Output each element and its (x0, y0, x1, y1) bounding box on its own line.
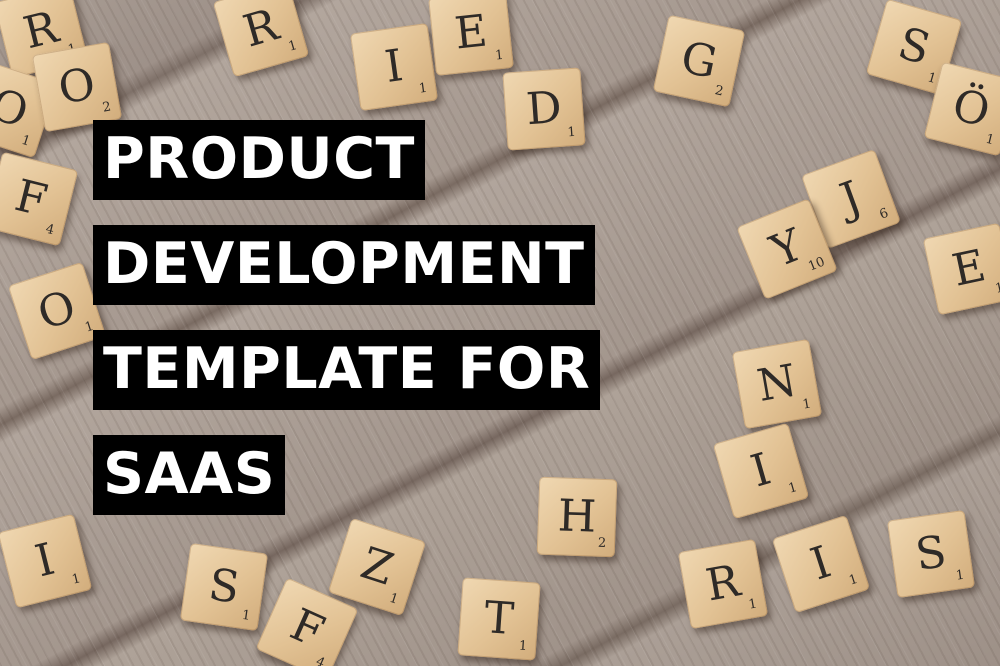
tile-points: 1 (847, 571, 860, 589)
tile-letter: S (205, 559, 243, 614)
tile-letter: E (452, 5, 490, 60)
tile-points: 1 (19, 132, 32, 150)
letter-tile: I 1 (771, 514, 871, 614)
letter-tile: I 1 (0, 513, 93, 609)
tile-letter: F (10, 170, 53, 227)
tile-points: 1 (984, 131, 996, 149)
tile-letter: G (676, 31, 722, 90)
letter-tile: R 1 (677, 538, 769, 630)
tile-letter: N (753, 355, 801, 412)
tile-letter: T (482, 592, 516, 645)
tile-letter: R (237, 0, 284, 58)
tile-points: 2 (101, 99, 113, 116)
tile-points: 1 (494, 47, 505, 64)
title-line-3: TEMPLATE FOR (93, 330, 601, 410)
tile-letter: J (833, 171, 868, 226)
tile-letter: O (31, 280, 82, 341)
tile-letter: I (381, 40, 407, 93)
tile-letter: I (30, 533, 60, 588)
tile-points: 6 (877, 205, 891, 223)
tile-letter: I (804, 536, 837, 591)
letter-tile: G 2 (652, 14, 746, 108)
letter-tile: S 1 (179, 542, 269, 632)
letter-tile: R 1 (212, 0, 310, 78)
tile-letter: S (912, 526, 950, 581)
tile-points: 1 (955, 567, 966, 584)
letter-tile: O 2 (31, 41, 123, 133)
letter-tile: E 1 (922, 222, 1000, 316)
tile-points: 1 (240, 607, 252, 624)
tile-letter: Ö (947, 79, 995, 138)
letter-tile: N 1 (731, 338, 823, 430)
letter-tile: S 1 (886, 509, 976, 599)
tile-points: 10 (806, 254, 828, 275)
tile-points: 1 (518, 638, 528, 655)
tile-points: 1 (993, 280, 1000, 297)
letter-tile: I 1 (349, 22, 439, 112)
tile-points: 1 (786, 480, 799, 497)
title-line-2: DEVELOPMENT (93, 225, 595, 305)
tile-letter: E (947, 240, 990, 297)
tile-points: 1 (418, 80, 429, 97)
letter-tile: E 1 (428, 0, 514, 76)
letter-tile: F 4 (0, 151, 79, 247)
tile-points: 4 (313, 654, 328, 666)
tile-letter: F (282, 599, 332, 659)
tile-points: 4 (44, 221, 56, 239)
tile-letter: Z (354, 537, 400, 596)
tile-letter: R (702, 555, 744, 612)
tile-letter: I (745, 443, 777, 498)
title-line-1: PRODUCT (93, 120, 425, 200)
tile-letter: S (892, 17, 936, 76)
letter-tile: I 1 (712, 422, 810, 520)
tile-points: 1 (747, 596, 759, 613)
tile-points: 1 (801, 396, 813, 413)
tile-letter: Y (763, 219, 810, 278)
page-title: PRODUCT DEVELOPMENT TEMPLATE FOR SAAS (93, 120, 601, 540)
letter-tile: T 1 (457, 577, 541, 661)
tile-letter: R (18, 1, 64, 60)
tile-points: 2 (713, 83, 725, 100)
tile-points: 1 (70, 571, 83, 588)
letter-tile: O 1 (7, 261, 107, 361)
title-line-4: SAAS (93, 435, 286, 515)
tile-points: 1 (387, 590, 400, 608)
tile-letter: O (54, 58, 100, 115)
tile-letter: O (0, 78, 35, 139)
tile-points: 1 (286, 38, 299, 55)
